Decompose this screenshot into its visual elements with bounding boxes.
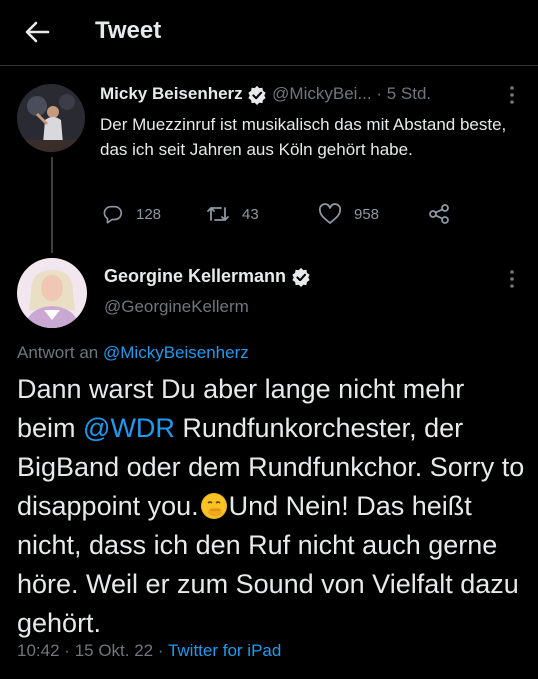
main-author-handle[interactable]: @GeorgineKellerm — [104, 297, 249, 317]
separator-dot: · — [64, 641, 70, 660]
reply-icon — [103, 205, 123, 224]
page-title: Tweet — [95, 17, 162, 44]
like-button[interactable]: 958 — [318, 203, 379, 225]
retweet-button[interactable]: 43 — [206, 203, 259, 225]
reply-button[interactable]: 128 — [102, 203, 161, 225]
heart-icon — [318, 203, 342, 224]
reply-author-row: Micky Beisenherz @MickyBei... · 5 Std. — [100, 84, 431, 105]
replying-to-handle-link[interactable]: @MickyBeisenherz — [103, 343, 249, 362]
retweet-icon — [207, 207, 229, 221]
reply-timestamp[interactable]: 5 Std. — [387, 84, 431, 103]
main-author-row: Georgine Kellermann — [104, 266, 311, 288]
reply-tweet-text: Der Muezzinruf ist musikalisch das mit A… — [100, 115, 507, 159]
share-button[interactable] — [428, 203, 450, 225]
tweet-date[interactable]: 15 Okt. 22 — [75, 641, 153, 660]
face-with-hand-over-mouth-emoji — [200, 493, 227, 519]
main-tweet-text: Dann warst Du aber lange nicht mehr beim… — [17, 370, 527, 643]
replying-to-line: Antwort an @MickyBeisenherz — [17, 343, 249, 363]
tweet-source-link[interactable]: Twitter for iPad — [168, 641, 281, 660]
reply-author-handle[interactable]: @MickyBei... — [272, 84, 371, 103]
main-author-name[interactable]: Georgine Kellermann — [104, 266, 286, 286]
reply-count: 128 — [136, 205, 162, 223]
separator-dot: · — [157, 641, 164, 660]
mention-wdr-link[interactable]: @WDR — [83, 413, 175, 443]
tweet-metadata: 10:42 · 15 Okt. 22 · Twitter for iPad — [17, 641, 281, 661]
arrow-left-icon[interactable] — [24, 19, 50, 45]
reply-author-name[interactable]: Micky Beisenherz — [100, 84, 243, 103]
tweet-time[interactable]: 10:42 — [17, 641, 60, 660]
more-vertical-icon[interactable] — [505, 268, 519, 290]
verified-badge-icon — [292, 268, 310, 288]
like-count: 958 — [354, 205, 380, 223]
top-bar: Tweet — [0, 0, 538, 66]
thread-connector-line — [51, 157, 53, 253]
verified-badge-icon — [248, 85, 267, 105]
replying-to-label: Antwort an — [17, 343, 99, 362]
retweet-count: 43 — [242, 205, 259, 223]
share-icon — [429, 204, 449, 224]
avatar-georgine[interactable] — [17, 258, 87, 328]
more-vertical-icon[interactable] — [505, 84, 519, 106]
avatar-micky[interactable] — [17, 84, 85, 152]
separator-dot: · — [376, 84, 382, 103]
